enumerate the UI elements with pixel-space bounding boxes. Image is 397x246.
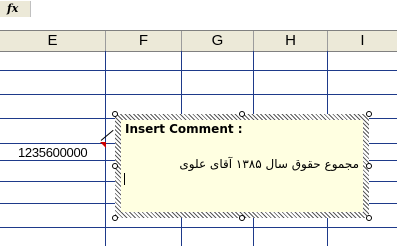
resize-handle-bottom[interactable] [239,215,245,221]
formula-bar: fx [0,0,397,18]
column-header-i[interactable]: I [328,31,397,51]
resize-handle-top-left[interactable] [112,111,118,117]
gridline-column [105,51,106,246]
cell-e-value[interactable]: 1235600000 [18,145,88,161]
comment-text-area[interactable]: Insert Comment : مجموع حقوق سال ۱۳۸۵ آقا… [121,120,363,212]
gridline-row [0,94,397,95]
resize-handle-top-right[interactable] [366,111,372,117]
comment-author: Insert Comment : [125,122,243,136]
gridline-row [0,70,397,71]
resize-handle-left[interactable] [112,163,118,169]
fx-icon: fx [7,2,19,15]
column-header-h[interactable]: H [254,31,328,51]
column-header-e[interactable]: E [0,31,106,51]
gridline-row [0,227,397,228]
column-header-g[interactable]: G [182,31,254,51]
comment-text[interactable]: مجموع حقوق سال ۱۳۸۵ آقای علوی [179,156,359,172]
insert-function-button[interactable]: fx [0,1,31,17]
resize-handle-right[interactable] [366,163,372,169]
resize-handle-bottom-right[interactable] [366,215,372,221]
resize-handle-top[interactable] [239,111,245,117]
resize-handle-bottom-left[interactable] [112,215,118,221]
text-cursor [124,173,125,185]
comment-indicator-icon [100,142,106,148]
column-header-row: E F G H I [0,30,397,52]
comment-box[interactable]: Insert Comment : مجموع حقوق سال ۱۳۸۵ آقا… [115,114,369,218]
column-header-f[interactable]: F [106,31,182,51]
